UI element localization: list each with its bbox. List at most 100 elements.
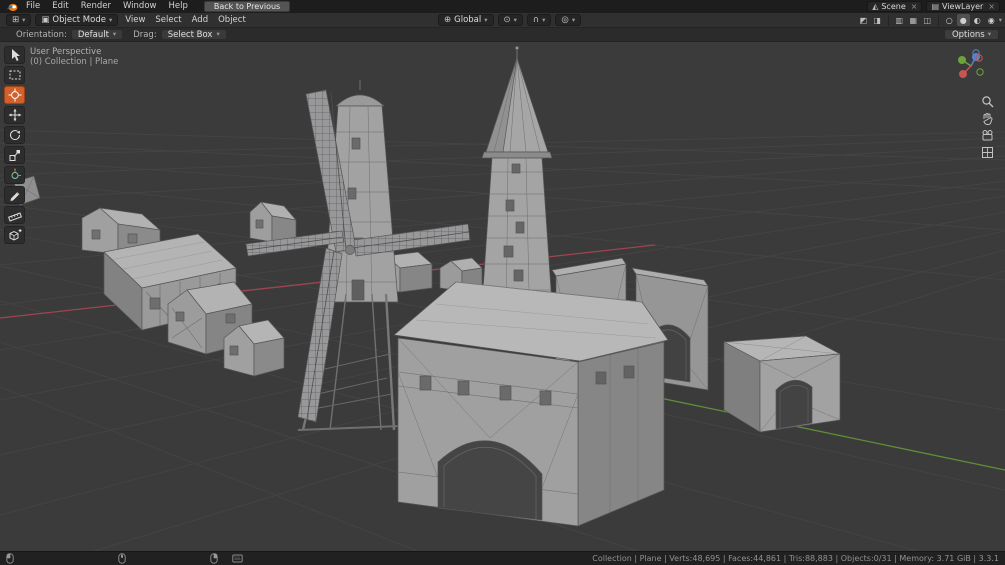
orientation-setting-dropdown[interactable]: Default ▾: [70, 29, 124, 40]
tool-move[interactable]: [4, 106, 25, 124]
chevron-down-icon: ▾: [216, 30, 220, 39]
topbar-right-cluster: ◭ Scene × ▤ ViewLayer ×: [867, 1, 1000, 12]
mouse-middle-hint: [118, 553, 126, 564]
chevron-down-icon: ▾: [513, 15, 517, 24]
mouse-left-icon: [6, 553, 14, 564]
menu-window[interactable]: Window: [117, 0, 163, 13]
move-icon: [8, 108, 21, 122]
tool-settings-bar: Orientation: Default ▾ Drag: Select Box …: [0, 28, 1005, 42]
cursor-arrow-icon: [11, 49, 20, 61]
shading-popover-arrow[interactable]: ▾: [999, 17, 1002, 24]
mode-dropdown[interactable]: ▣ Object Mode ▾: [35, 14, 119, 26]
blender-logo-icon[interactable]: [5, 1, 18, 12]
back-to-previous-button[interactable]: Back to Previous: [203, 1, 291, 12]
menu-select[interactable]: Select: [150, 15, 186, 25]
options-button[interactable]: Options ▾: [943, 29, 999, 40]
tool-annotate[interactable]: [4, 186, 25, 204]
annotate-pencil-icon: [10, 192, 19, 201]
editor-type-icon: ⊞: [12, 14, 20, 25]
arch-block-object[interactable]: [723, 335, 841, 433]
magnifier-icon: [981, 96, 993, 108]
snap-dropdown[interactable]: ∩ ▾: [526, 14, 552, 26]
tool-cursor[interactable]: [4, 86, 25, 104]
camera-view-control[interactable]: [979, 128, 995, 143]
transform-icon: [11, 168, 21, 179]
tool-tweak[interactable]: [4, 46, 25, 64]
proportional-edit-icon: ◎: [561, 14, 569, 25]
chevron-down-icon: ▾: [571, 15, 576, 24]
shading-wireframe-button[interactable]: ○: [943, 14, 956, 26]
tool-transform[interactable]: [4, 166, 25, 184]
tool-rotate[interactable]: [4, 126, 25, 144]
chevron-down-icon: ▾: [484, 15, 488, 24]
visibility-toggle[interactable]: ▦: [907, 16, 920, 25]
shading-material-button[interactable]: ◐: [971, 14, 984, 26]
navigation-gizmo[interactable]: [953, 48, 989, 87]
3d-cursor-icon: [8, 88, 21, 102]
proportional-edit-dropdown[interactable]: ◎ ▾: [555, 14, 582, 26]
chevron-down-icon: ▾: [22, 15, 26, 24]
tool-select-box[interactable]: [4, 66, 25, 84]
menu-render[interactable]: Render: [75, 0, 117, 13]
menu-help[interactable]: Help: [162, 0, 193, 13]
viewlayer-name: ViewLayer: [942, 2, 984, 11]
rotate-icon: [9, 130, 20, 141]
global-orientation-icon: ⊕: [444, 14, 452, 25]
axis-gizmo-icon: [958, 49, 984, 78]
drag-setting-dropdown[interactable]: Select Box ▾: [160, 29, 227, 40]
viewlayer-selector[interactable]: ▤ ViewLayer ×: [926, 1, 1000, 12]
viewport-canvas[interactable]: [0, 42, 1005, 551]
orientation-label: Global: [454, 15, 482, 25]
editor-type-dropdown[interactable]: ⊞ ▾: [6, 14, 32, 26]
divider: [887, 14, 889, 26]
tool-measure[interactable]: [4, 206, 25, 224]
zoom-control[interactable]: [979, 94, 995, 109]
menu-add[interactable]: Add: [187, 15, 213, 25]
orientation-setting-label: Orientation:: [16, 29, 67, 40]
chevron-down-icon: ▾: [108, 15, 113, 24]
chevron-down-icon: ▾: [987, 30, 991, 39]
topbar: File Edit Render Window Help Back to Pre…: [0, 0, 1005, 13]
drag-setting-value: Select Box: [167, 29, 213, 40]
status-bar: Collection | Plane | Verts:48,695 | Face…: [0, 551, 1005, 565]
pan-control[interactable]: [979, 111, 995, 126]
add-cube-icon: [9, 228, 22, 241]
drag-setting-label: Drag:: [133, 29, 157, 40]
active-collection-label: (0) Collection | Plane: [30, 57, 119, 67]
pivot-point-icon: ⊙: [503, 14, 511, 25]
xray-toggle[interactable]: ▥: [893, 16, 906, 25]
show-overlays-toggle[interactable]: ◨: [871, 16, 884, 25]
viewport-3d[interactable]: User Perspective (0) Collection | Plane: [0, 42, 1005, 551]
scene-unlink-icon[interactable]: ×: [909, 2, 918, 11]
pivot-point-dropdown[interactable]: ⊙ ▾: [497, 14, 523, 26]
annotations-toggle[interactable]: ◫: [921, 16, 934, 25]
show-gizmo-toggle[interactable]: ◩: [857, 16, 870, 25]
tool-add-cube[interactable]: [4, 226, 25, 244]
keyboard-icon: [232, 554, 243, 563]
shading-solid-button[interactable]: ●: [956, 14, 970, 26]
scale-icon: [9, 150, 20, 161]
select-box-icon: [9, 70, 20, 80]
mouse-right-icon: [210, 553, 218, 564]
viewlayer-icon: ▤: [931, 2, 939, 11]
menu-edit[interactable]: Edit: [46, 0, 74, 13]
chevron-down-icon: ▾: [542, 15, 546, 24]
mouse-right-hint: [210, 553, 218, 564]
menu-file[interactable]: File: [20, 0, 46, 13]
snap-magnet-icon: ∩: [532, 14, 540, 25]
ortho-perspective-control[interactable]: [979, 145, 995, 160]
transform-orientation-dropdown[interactable]: ⊕ Global ▾: [438, 14, 494, 26]
menu-object[interactable]: Object: [213, 15, 251, 25]
mouse-middle-icon: [118, 553, 126, 564]
menu-view[interactable]: View: [120, 15, 150, 25]
scene-selector[interactable]: ◭ Scene ×: [867, 1, 923, 12]
shading-rendered-button[interactable]: ◉: [985, 14, 998, 26]
mouse-left-hint: [6, 553, 14, 564]
tool-scale[interactable]: [4, 146, 25, 164]
camera-icon: [982, 130, 992, 141]
measure-ruler-icon: [7, 212, 22, 222]
house-tall-narrow[interactable]: [249, 201, 297, 245]
header-right-cluster: ◩ ◨ ▥ ▦ ◫ ○ ● ◐ ◉ ▾: [857, 14, 1002, 26]
gate-object[interactable]: [393, 281, 669, 527]
viewlayer-unlink-icon[interactable]: ×: [986, 2, 995, 11]
